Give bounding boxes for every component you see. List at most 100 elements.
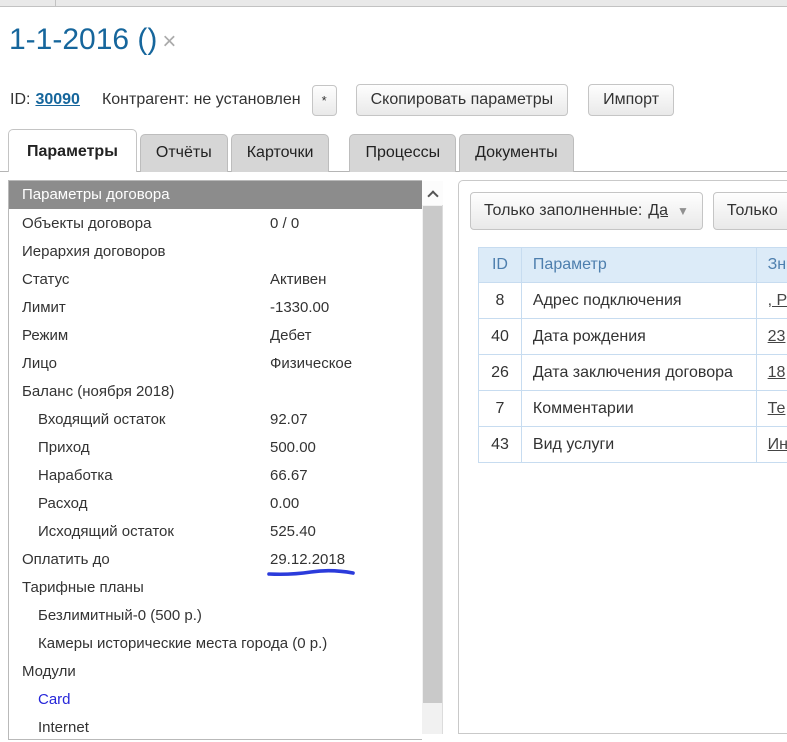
table-row[interactable]: 7Комментарии Те [479,391,787,427]
param-id-cell: 7 [479,391,522,427]
param-label: Расход [38,489,87,518]
param-label: Иерархия договоров [22,237,166,266]
table-row[interactable]: 40Дата рождения 23 [479,319,787,355]
list-item[interactable]: Входящий остаток 92.07 [9,405,422,433]
close-icon[interactable]: × [162,28,176,55]
param-id-cell: 26 [479,355,522,391]
list-item[interactable]: Баланс (ноября 2018) [9,377,422,405]
list-item[interactable]: Приход 500.00 [9,433,422,461]
list-item[interactable]: Иерархия договоров [9,237,422,265]
parameters-table: IDПараметрЗн 8Адрес подключения, Р40Дата… [478,247,787,463]
list-item[interactable]: Лицо Физическое [9,349,422,377]
param-label: Баланс (ноября 2018) [22,377,174,406]
param-label: Объекты договора [22,209,151,238]
tab-3[interactable]: Карточки [231,134,330,172]
param-label: Исходящий остаток [38,517,174,546]
list-item[interactable]: Тарифные планы [9,573,422,601]
list-item[interactable]: Исходящий остаток 525.40 [9,517,422,545]
page-title: 1-1-2016 ()× [9,23,176,57]
contract-id-link[interactable]: 30090 [35,91,80,109]
only-filled-dropdown[interactable]: Только заполненные: Да ▼ [470,192,703,230]
param-label: Лимит [22,293,66,322]
table-row[interactable]: 26Дата заключения договора 18 [479,355,787,391]
param-value-link[interactable]: 23 [768,328,786,345]
left-panel-scrollbar[interactable] [422,181,443,734]
param-value: 66.67 [270,461,308,490]
scrollbar-thumb[interactable] [423,206,442,703]
param-value: 0 / 0 [270,209,299,238]
param-name-cell: Вид услуги [521,427,756,463]
list-item[interactable]: РежимДебет [9,321,422,349]
param-value-link[interactable]: , Р [768,292,787,309]
list-item[interactable]: Расход 0.00 [9,489,422,517]
param-name-cell: Дата заключения договора [521,355,756,391]
tab-4[interactable]: Процессы [349,134,456,172]
list-item[interactable]: Лимит -1330.00 [9,293,422,321]
second-filter-button[interactable]: Только [713,192,787,230]
param-value: Физическое [270,349,352,378]
param-label: Режим [22,321,68,350]
param-value-cell: 18 [756,355,787,391]
param-name-cell: Дата рождения [521,319,756,355]
param-label: Камеры исторические места города (0 р.) [38,629,327,658]
param-label: Статус [22,265,69,294]
list-item[interactable]: Наработка66.67 [9,461,422,489]
table-row[interactable]: 43Вид услугиИн [479,427,787,463]
param-value: 500.00 [270,433,316,462]
scroll-up-button[interactable] [422,181,443,205]
param-label: Безлимитный-0 (500 р.) [38,601,202,630]
star-button[interactable]: * [312,85,337,116]
only-filled-value: Да [648,202,668,220]
param-value: 525.40 [270,517,316,546]
param-label: Лицо [22,349,57,378]
list-item[interactable]: Модули [9,657,422,685]
list-header-contract-params[interactable]: Параметры договора [9,181,422,209]
param-value-cell: Ин [756,427,787,463]
tab-2[interactable]: Отчёты [140,134,228,172]
column-header[interactable]: Параметр [521,248,756,283]
list-item[interactable]: Объекты договора 0 / 0 [9,209,422,237]
tab-1[interactable]: Параметры [8,129,137,172]
param-value: 0.00 [270,489,299,518]
list-item[interactable]: Камеры исторические места города (0 р.) [9,629,422,657]
outer-tabbar-edge [0,0,787,7]
param-label: Приход [38,433,90,462]
table-row[interactable]: 8Адрес подключения, Р [479,283,787,319]
param-value-link[interactable]: Те [768,400,786,417]
param-value-link[interactable]: 18 [768,364,786,381]
param-value: -1330.00 [270,293,329,322]
filter-buttons-row: Только заполненные: Да ▼ Только [470,192,787,230]
param-value-cell: , Р [756,283,787,319]
param-value: 92.07 [270,405,308,434]
copy-params-button[interactable]: Скопировать параметры [356,84,568,116]
contract-params-list: Объекты договора 0 / 0 Иерархия договоровС… [9,209,422,741]
list-item[interactable]: Card [9,685,422,713]
only-filled-label: Только заполненные: [484,202,642,220]
module-link[interactable]: Card [38,685,71,714]
param-value-cell: Те [756,391,787,427]
list-item[interactable]: Безлимитный-0 (500 р.) [9,601,422,629]
param-label: Оплатить до [22,545,110,574]
param-value-cell: 23 [756,319,787,355]
contract-params-panel: Параметры договора Объекты договора 0 / 0… [8,180,422,740]
param-label: Входящий остаток [38,405,166,434]
param-id-cell: 40 [479,319,522,355]
column-header[interactable]: Зн [756,248,787,283]
list-item[interactable]: Оплатить до29.12.2018 [9,545,422,573]
list-item[interactable]: СтатусАктивен [9,265,422,293]
list-item[interactable]: Internet [9,713,422,741]
param-name-cell: Комментарии [521,391,756,427]
param-label: Модули [22,657,76,686]
chevron-down-icon: ▼ [677,204,689,218]
tab-bar: ПараметрыОтчётыКарточки ПроцессыДокументы [8,127,577,172]
contract-info-row: ID: 30090 Контрагент: не установлен * Ск… [10,84,674,116]
param-value-link[interactable]: Ин [768,436,787,453]
counterparty-label: Контрагент: не установлен [102,91,301,109]
outer-tab-divider [55,0,56,7]
column-header[interactable]: ID [479,248,522,283]
id-label: ID: [10,91,30,109]
import-button[interactable]: Импорт [588,84,674,116]
contract-title: 1-1-2016 () [9,23,157,56]
param-label: Internet [38,713,89,742]
tab-5[interactable]: Документы [459,134,573,172]
